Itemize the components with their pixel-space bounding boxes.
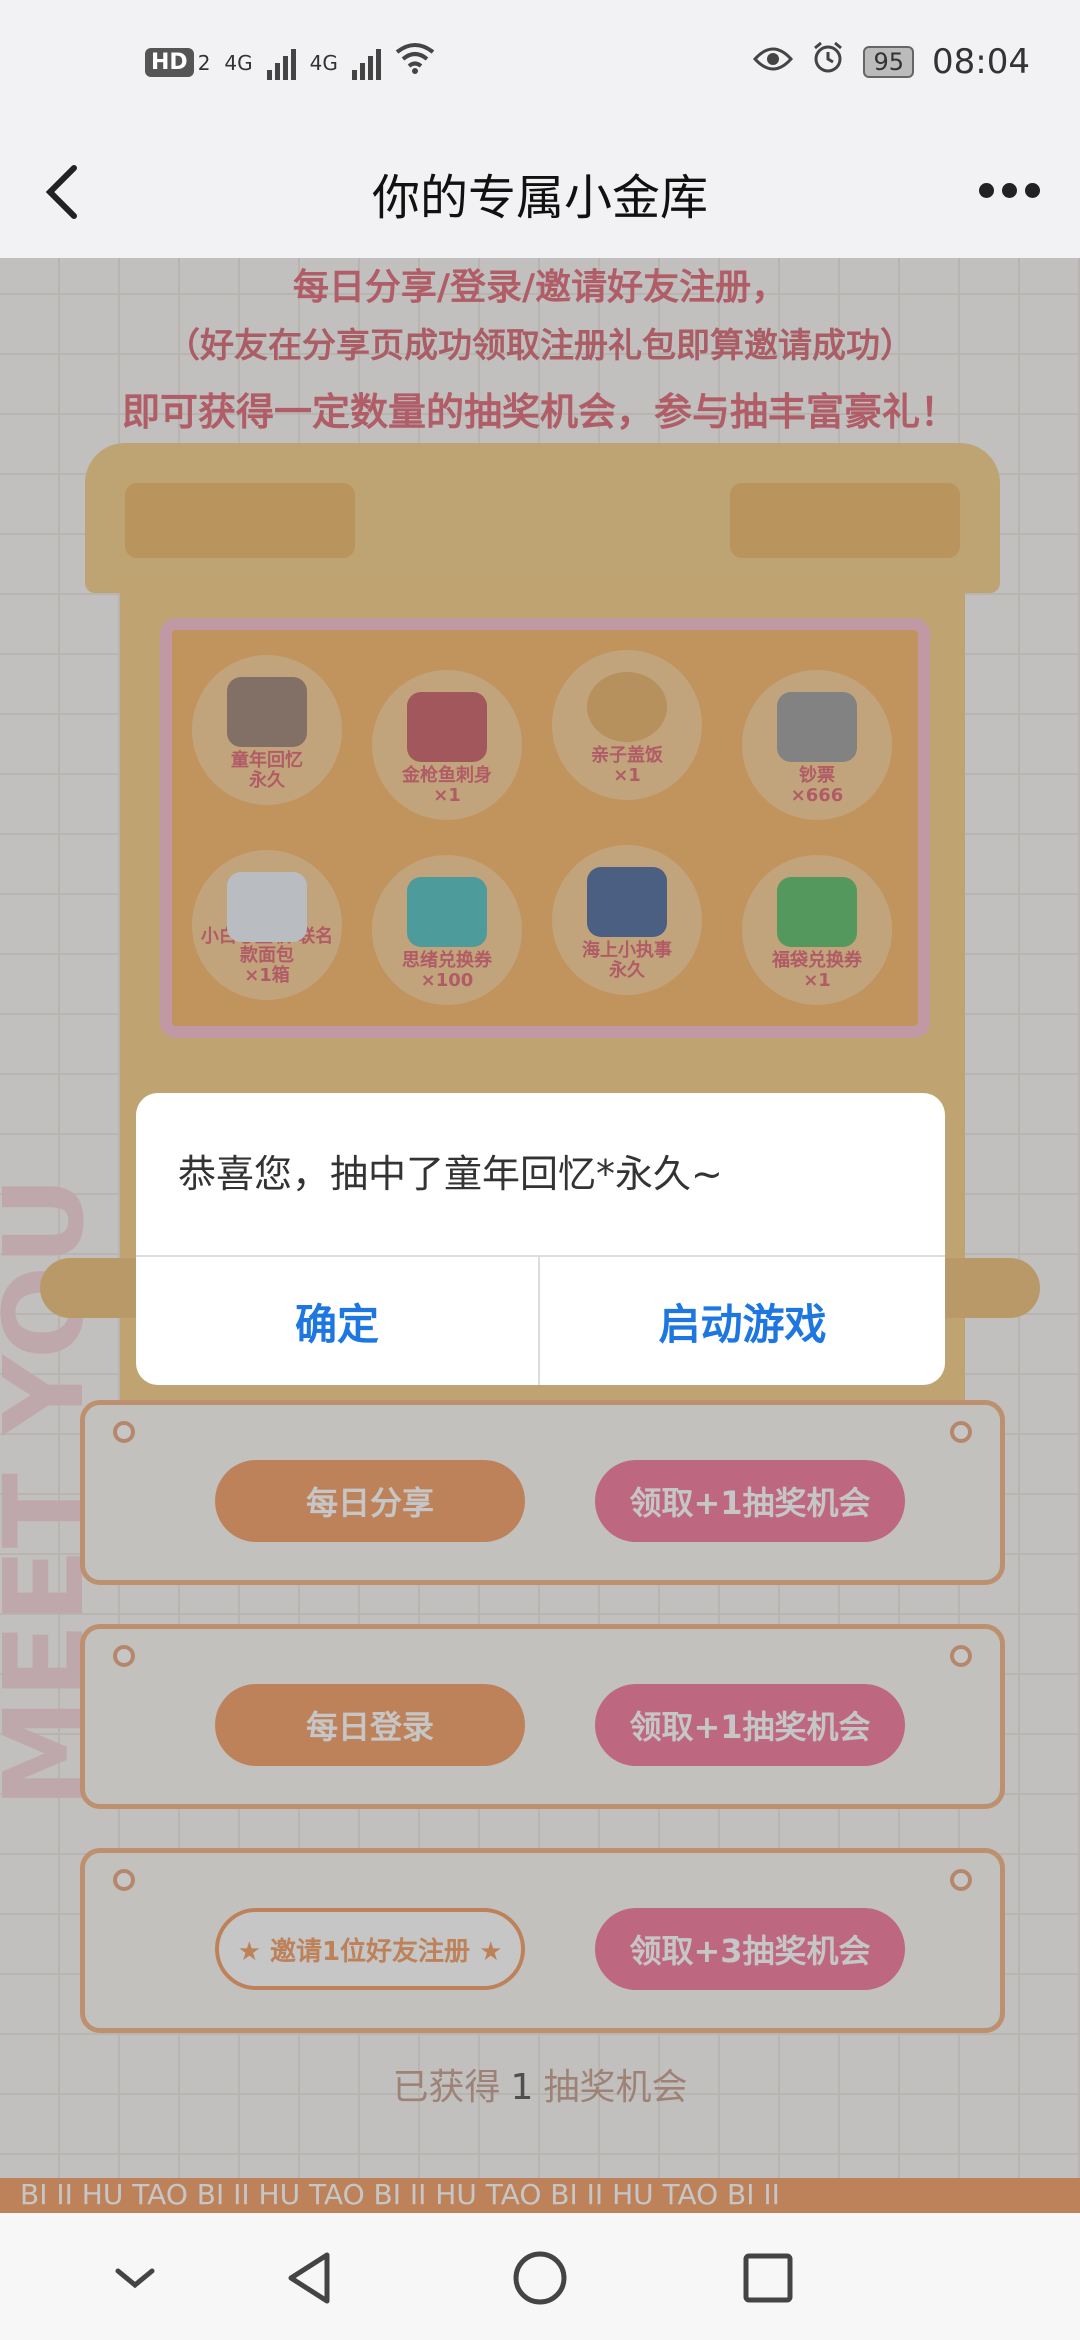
- more-button[interactable]: [964, 160, 1054, 220]
- more-dot: [1001, 182, 1017, 198]
- system-nav-bar: [0, 2213, 1080, 2340]
- hd-sub: 2: [197, 50, 211, 75]
- start-game-button[interactable]: 启动游戏: [540, 1257, 945, 1385]
- network-type-2: 4G: [309, 50, 338, 75]
- page-title: 你的专属小金库: [371, 170, 708, 226]
- more-dots-icon: [978, 182, 994, 198]
- collapse-button[interactable]: [100, 2243, 170, 2313]
- home-button[interactable]: [505, 2243, 575, 2313]
- status-left: HD 2 4G 4G: [145, 42, 435, 83]
- eye-icon: [753, 42, 794, 82]
- nav-bar: 你的专属小金库: [0, 130, 1080, 258]
- confirm-button[interactable]: 确定: [136, 1257, 538, 1385]
- signal-icon-2: [351, 46, 381, 80]
- recents-button[interactable]: [733, 2243, 803, 2313]
- triangle-back-icon: [288, 2252, 330, 2304]
- hd-badge: HD: [145, 48, 194, 77]
- wifi-icon: [395, 42, 435, 83]
- signal-icon: [266, 46, 296, 80]
- chevron-down-icon: [115, 2268, 155, 2289]
- prize-dialog: 恭喜您，抽中了童年回忆*永久~ 确定 启动游戏: [136, 1093, 945, 1385]
- circle-home-icon: [513, 2251, 567, 2305]
- more-dot: [1024, 182, 1040, 198]
- alarm-icon: [811, 40, 845, 83]
- status-bar: HD 2 4G 4G 95 08:04: [0, 0, 1080, 130]
- dialog-message: 恭喜您，抽中了童年回忆*永久~: [178, 1152, 723, 1196]
- square-recents-icon: [743, 2253, 793, 2303]
- battery-indicator: 95: [863, 45, 915, 78]
- status-time: 08:04: [932, 41, 1030, 82]
- back-nav-button[interactable]: [275, 2243, 345, 2313]
- network-type-1: 4G: [224, 50, 253, 75]
- status-right: 95 08:04: [753, 40, 1030, 83]
